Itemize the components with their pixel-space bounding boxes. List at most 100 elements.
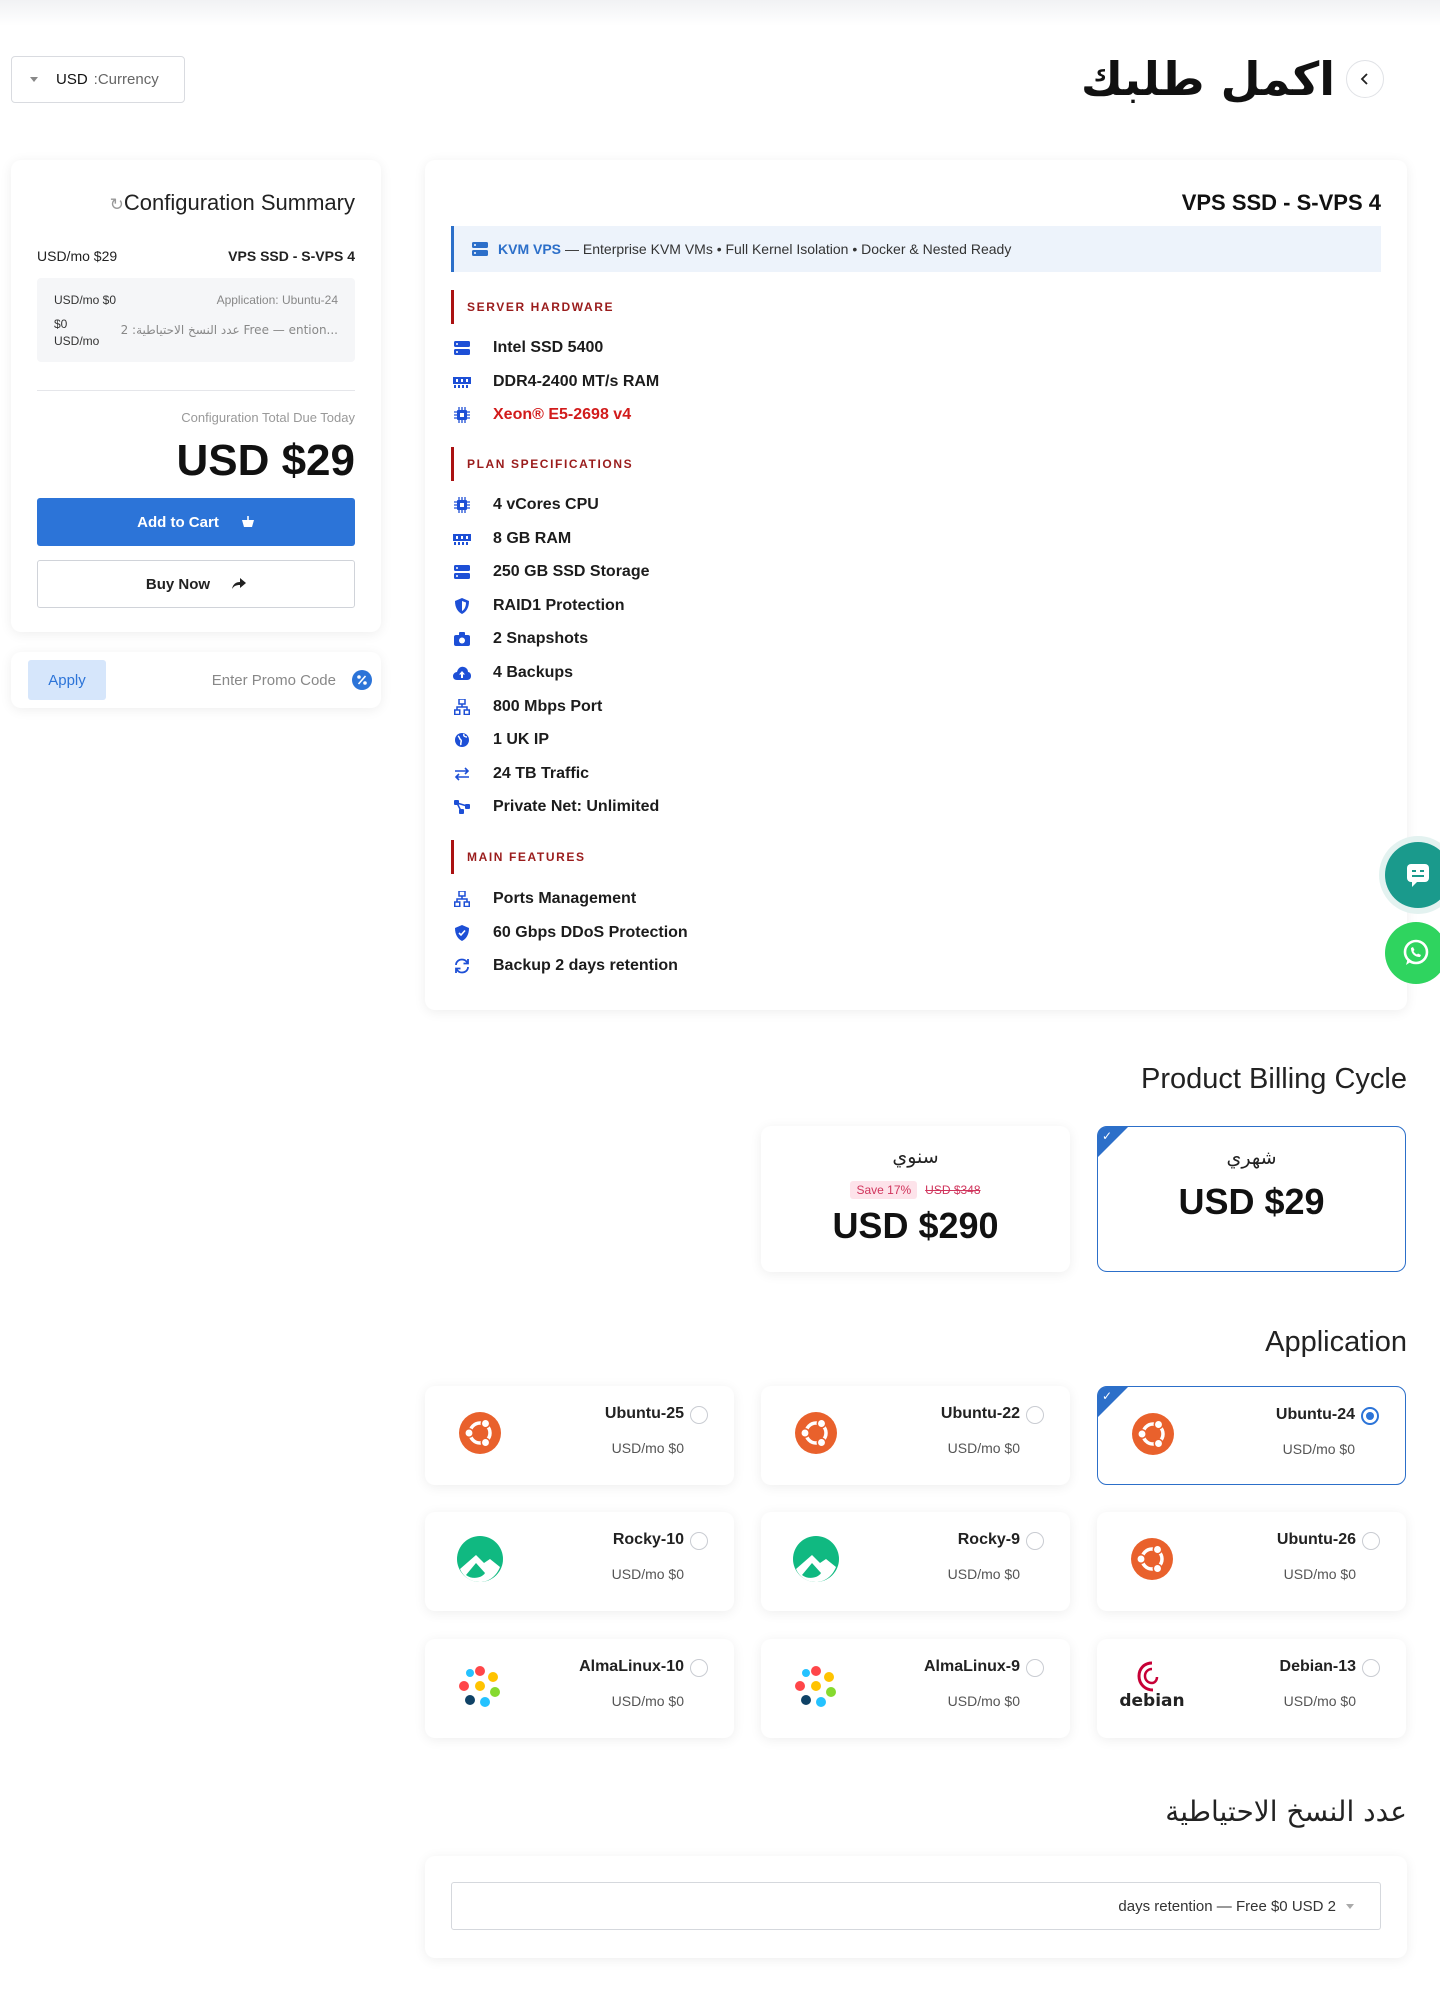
application-name: Rocky-9: [957, 1531, 1020, 1548]
billing-option-monthly[interactable]: ✓ شهري USD $29: [1097, 1126, 1406, 1272]
billing-option-annual[interactable]: سنوي Save 17% USD $348 USD $290: [761, 1126, 1070, 1272]
whatsapp-button[interactable]: [1385, 922, 1440, 984]
section-main-features: MAIN FEATURES: [451, 840, 586, 874]
feature-label: 250 GB SSD Storage: [493, 563, 650, 581]
ubuntu-icon: [1127, 1534, 1177, 1584]
application-option-ubuntu-22[interactable]: Ubuntu-22 USD/mo $0: [761, 1386, 1070, 1485]
application-name: AlmaLinux-10: [579, 1658, 684, 1675]
application-name: Ubuntu-25: [604, 1405, 684, 1422]
divider: [37, 390, 355, 391]
radio-button[interactable]: [1026, 1532, 1044, 1550]
share-nodes-icon: [453, 798, 471, 816]
application-option-rocky-9[interactable]: Rocky-9 USD/mo $0: [761, 1512, 1070, 1611]
application-price: USD/mo $0: [611, 1566, 684, 1582]
application-name: Rocky-10: [612, 1531, 684, 1548]
radio-button[interactable]: [690, 1406, 708, 1424]
almalinux-icon: [791, 1661, 841, 1711]
radio-button[interactable]: [1361, 1407, 1379, 1425]
apply-button[interactable]: Apply: [28, 660, 106, 700]
application-option-almalinux-9[interactable]: AlmaLinux-9 USD/mo $0: [761, 1639, 1070, 1738]
memory-icon: [453, 530, 471, 548]
feature-label: 800 Mbps Port: [493, 697, 603, 715]
add-to-cart-button[interactable]: Add to Cart: [37, 498, 355, 546]
server-icon: [472, 242, 488, 256]
billing-price: USD $290: [832, 1205, 999, 1246]
backups-select[interactable]: days retention — Free $0 USD 2: [451, 1882, 1381, 1930]
chevron-down-icon: [30, 77, 38, 82]
backups-value: days retention — Free $0 USD 2: [1118, 1897, 1336, 1915]
application-name: Ubuntu-22: [940, 1405, 1020, 1422]
top-strip: [0, 0, 1440, 26]
feature-label: 24 TB Traffic: [493, 764, 590, 782]
feature-label: 2 Snapshots: [493, 630, 589, 648]
application-price: USD/mo $0: [1283, 1566, 1356, 1582]
application-option-debian-13[interactable]: debian Debian-13 USD/mo $0: [1097, 1639, 1406, 1738]
application-name: Ubuntu-26: [1276, 1531, 1356, 1548]
logo-text: debian: [1119, 1691, 1185, 1711]
feature-xeon-e5-2698-v4: Xeon® E5-2698 v4: [453, 406, 631, 424]
back-button[interactable]: [1346, 60, 1384, 98]
feature-label: Intel SSD 5400: [493, 339, 604, 356]
addon-price: USD/mo $0: [54, 293, 117, 307]
product-details: VPS SSD - S-VPS 4 KVM VPS — Enterprise K…: [425, 160, 1407, 1010]
network-icon: [453, 890, 471, 908]
feature-ports-management: Ports Management: [453, 890, 636, 908]
application-option-rocky-10[interactable]: Rocky-10 USD/mo $0: [425, 1512, 734, 1611]
chevron-left-icon: [1360, 73, 1368, 85]
feature-60-gbps-ddos-protection: 60 Gbps DDoS Protection: [453, 924, 688, 942]
currency-label: :Currency: [93, 71, 159, 88]
application-option-ubuntu-25[interactable]: Ubuntu-25 USD/mo $0: [425, 1386, 734, 1485]
radio-button[interactable]: [1026, 1659, 1044, 1677]
radio-button[interactable]: [690, 1532, 708, 1550]
total-label: Configuration Total Due Today: [181, 410, 355, 425]
feature-label: DDR4-2400 MT/s RAM: [493, 372, 660, 390]
sync-icon: [453, 957, 471, 975]
radio-button[interactable]: [1026, 1406, 1044, 1424]
debian-icon: debian: [1119, 1661, 1185, 1711]
feature-2-snapshots: 2 Snapshots: [453, 630, 588, 648]
application-price: USD/mo $0: [1283, 1693, 1356, 1709]
kvm-description: — Enterprise KVM VMs • Full Kernel Isola…: [565, 241, 1012, 257]
radio-button[interactable]: [690, 1659, 708, 1677]
whatsapp-icon: [1403, 939, 1429, 965]
application-option-ubuntu-26[interactable]: Ubuntu-26 USD/mo $0: [1097, 1512, 1406, 1611]
cpu-icon: [453, 406, 471, 424]
currency-select[interactable]: USD :Currency: [11, 56, 185, 103]
application-option-ubuntu-24[interactable]: ✓ Ubuntu-24 USD/mo $0: [1097, 1386, 1406, 1485]
feature-ddr4-2400-mt-s-ram: DDR4-2400 MT/s RAM: [453, 373, 659, 391]
feature-label: 8 GB RAM: [493, 529, 572, 547]
feature-private-net-unlimited: Private Net: Unlimited: [453, 798, 659, 816]
chevron-down-icon: [1346, 1903, 1354, 1909]
check-icon: ✓: [1102, 1129, 1113, 1143]
feature-8-gb-ram: 8 GB RAM: [453, 530, 571, 548]
feature-4-vcores-cpu: 4 vCores CPU: [453, 496, 599, 514]
feature-4-backups: 4 Backups: [453, 664, 573, 682]
server-icon: [453, 563, 471, 581]
kvm-label: KVM VPS: [498, 241, 562, 257]
summary-title: ↻Configuration Summary: [109, 190, 355, 215]
rocky-icon: [455, 1534, 505, 1584]
feature-backup-2-days-retention: Backup 2 days retention: [453, 957, 678, 975]
configuration-summary: ↻Configuration Summary USD/mo $29 VPS SS…: [11, 160, 381, 632]
save-badge: Save 17%: [850, 1181, 918, 1199]
application-price: USD/mo $0: [611, 1440, 684, 1456]
section-plan-specifications: PLAN SPECIFICATIONS: [451, 447, 633, 481]
rocky-icon: [791, 1534, 841, 1584]
radio-button[interactable]: [1362, 1532, 1380, 1550]
camera-icon: [453, 630, 471, 648]
promo-input[interactable]: Enter Promo Code: [212, 672, 336, 689]
server-icon: [453, 339, 471, 357]
buy-now-button[interactable]: Buy Now: [37, 560, 355, 608]
feature-1-uk-ip: 1 UK IP: [453, 731, 549, 749]
feature-label: RAID1 Protection: [493, 596, 625, 614]
feature-raid1-protection: RAID1 Protection: [453, 597, 625, 615]
arrows-icon: [453, 765, 471, 783]
shield-check-icon: [453, 924, 471, 942]
radio-button[interactable]: [1362, 1659, 1380, 1677]
old-price: USD $348: [925, 1183, 981, 1197]
cpu-icon: [453, 496, 471, 514]
billing-price: USD $29: [1178, 1181, 1325, 1222]
application-option-almalinux-10[interactable]: AlmaLinux-10 USD/mo $0: [425, 1639, 734, 1738]
globe-icon: [453, 731, 471, 749]
billing-cycle-title: Product Billing Cycle: [1141, 1063, 1407, 1095]
